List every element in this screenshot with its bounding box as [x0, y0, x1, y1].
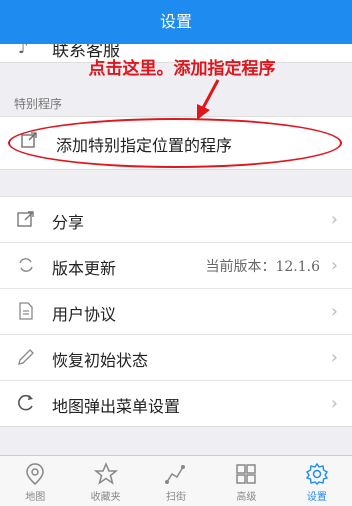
highlight-ellipse	[8, 118, 342, 168]
annotation-arrow	[197, 79, 220, 120]
